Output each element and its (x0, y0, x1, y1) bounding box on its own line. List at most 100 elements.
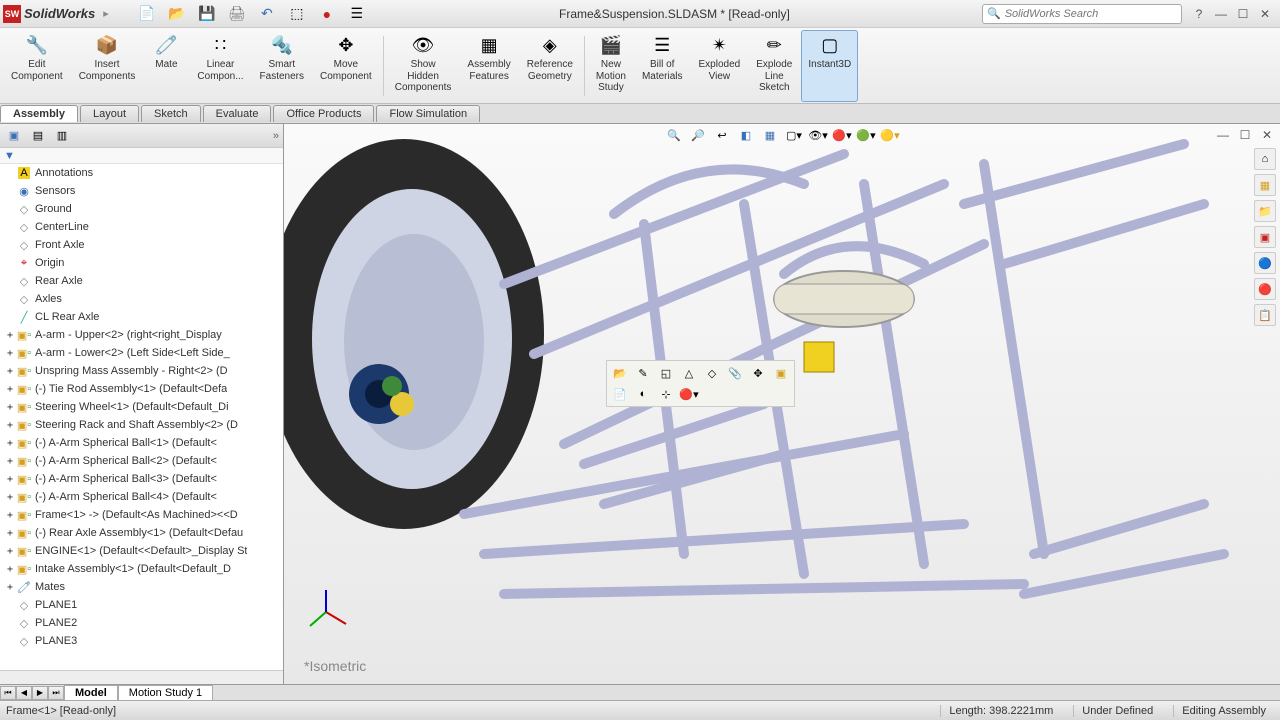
view-palette-icon[interactable]: ▣ (1254, 226, 1276, 248)
help-icon[interactable]: ? (1190, 5, 1208, 23)
open-icon[interactable]: 📂 (167, 4, 187, 24)
tree-item[interactable]: +▣▫(-) A-Arm Spherical Ball<3> (Default< (0, 470, 283, 488)
ctx-transparency-icon[interactable]: ◐ (633, 385, 653, 403)
expand-icon[interactable]: + (4, 564, 16, 575)
graphics-viewport[interactable]: 🔍 🔎 ↩ ◧ ▦ ▢▾ 👁▾ 🔴▾ 🟢▾ 🟡▾ 📂 ✎ ◱ △ ◇ 📎 ✥ ▣ (284, 124, 1280, 684)
ctx-isolate-icon[interactable]: ◇ (702, 364, 722, 382)
ctx-axis-icon[interactable]: ⊹ (656, 385, 676, 403)
collapse-tree-icon[interactable]: » (273, 130, 279, 142)
expand-icon[interactable]: + (4, 330, 16, 341)
tree-item[interactable]: +▣▫Unspring Mass Assembly - Right<2> (D (0, 362, 283, 380)
undo-icon[interactable]: ↶ (257, 4, 277, 24)
tree-item[interactable]: ⌖Origin (0, 254, 283, 272)
tree-item[interactable]: ◇Ground (0, 200, 283, 218)
tree-item[interactable]: +▣▫(-) A-Arm Spherical Ball<2> (Default< (0, 452, 283, 470)
tree-horizontal-scrollbar[interactable] (0, 670, 283, 684)
expand-icon[interactable]: + (4, 402, 16, 413)
ctx-open-drawing-icon[interactable]: 📄 (610, 385, 630, 403)
view-orientation-icon[interactable]: ▦ (759, 125, 781, 145)
insert-components-button[interactable]: 📦InsertComponents (72, 30, 143, 102)
expand-icon[interactable]: + (4, 438, 16, 449)
tree-item[interactable]: +▣▫Steering Wheel<1> (Default<Default_Di (0, 398, 283, 416)
move-component-button[interactable]: ✥MoveComponent (313, 30, 379, 102)
tree-item[interactable]: ◇PLANE1 (0, 596, 283, 614)
tree-item[interactable]: +▣▫(-) Rear Axle Assembly<1> (Default<De… (0, 524, 283, 542)
print-icon[interactable]: 🖨 (227, 4, 247, 24)
tree-item[interactable]: AAnnotations (0, 164, 283, 182)
rebuild-icon[interactable]: ● (317, 4, 337, 24)
ctx-appearance-icon[interactable]: 🔴▾ (679, 385, 699, 403)
display-style-icon[interactable]: ▢▾ (783, 125, 805, 145)
expand-icon[interactable]: + (4, 582, 16, 593)
edit-component-button[interactable]: 🔧EditComponent (4, 30, 70, 102)
tree-item[interactable]: +▣▫Steering Rack and Shaft Assembly<2> (… (0, 416, 283, 434)
tree-item[interactable]: ◇Axles (0, 290, 283, 308)
tab-office-products[interactable]: Office Products (273, 105, 374, 122)
property-manager-icon[interactable]: ▤ (28, 127, 48, 145)
tree-filter-bar[interactable]: ▼ (0, 148, 283, 164)
ctx-move-icon[interactable]: ✥ (748, 364, 768, 382)
ctx-hide-icon[interactable]: ◱ (656, 364, 676, 382)
tree-item[interactable]: +▣▫(-) A-Arm Spherical Ball<1> (Default< (0, 434, 283, 452)
expand-icon[interactable]: + (4, 510, 16, 521)
feature-manager-icon[interactable]: ▣ (4, 127, 24, 145)
search-box[interactable]: 🔍 (982, 4, 1182, 24)
tree-item[interactable]: +🧷Mates (0, 578, 283, 596)
sw-resources-icon[interactable]: ⌂ (1254, 148, 1276, 170)
expand-icon[interactable]: + (4, 420, 16, 431)
tree-item[interactable]: ◇PLANE2 (0, 614, 283, 632)
tree-item[interactable]: ◇CenterLine (0, 218, 283, 236)
tab-layout[interactable]: Layout (80, 105, 139, 122)
prev-tab-button[interactable]: ◀ (16, 686, 32, 700)
first-tab-button[interactable]: ⏮ (0, 686, 16, 700)
ctx-open-part-icon[interactable]: 📂 (610, 364, 630, 382)
expand-icon[interactable]: + (4, 384, 16, 395)
expand-icon[interactable]: + (4, 348, 16, 359)
document-recovery-icon[interactable]: 📋 (1254, 304, 1276, 326)
view-settings-icon[interactable]: 🟡▾ (879, 125, 901, 145)
ctx-fix-icon[interactable]: 📎 (725, 364, 745, 382)
ctx-mate-icon[interactable]: ▣ (771, 364, 791, 382)
expand-icon[interactable]: + (4, 492, 16, 503)
expand-icon[interactable]: + (4, 528, 16, 539)
tree-item[interactable]: +▣▫ENGINE<1> (Default<<Default>_Display … (0, 542, 283, 560)
instant3d-button[interactable]: ▢Instant3D (801, 30, 858, 102)
tree-item[interactable]: +▣▫Frame<1> -> (Default<As Machined><<D (0, 506, 283, 524)
ctx-edit-icon[interactable]: ✎ (633, 364, 653, 382)
minimize-button[interactable]: — (1212, 5, 1230, 23)
assembly-features-button[interactable]: ▦AssemblyFeatures (460, 30, 517, 102)
expand-icon[interactable]: + (4, 456, 16, 467)
tree-item[interactable]: ◇Rear Axle (0, 272, 283, 290)
previous-view-icon[interactable]: ↩ (711, 125, 733, 145)
bottom-tab-motion-study-1[interactable]: Motion Study 1 (118, 685, 213, 700)
viewport-restore-button[interactable]: ☐ (1236, 126, 1254, 144)
smart-fasteners-button[interactable]: 🔩SmartFasteners (253, 30, 311, 102)
tree-item[interactable]: +▣▫A-arm - Upper<2> (right<right_Display (0, 326, 283, 344)
bom-button[interactable]: ☰Bill ofMaterials (635, 30, 690, 102)
hide-show-icon[interactable]: 👁▾ (807, 125, 829, 145)
tree-item[interactable]: +▣▫(-) A-Arm Spherical Ball<4> (Default< (0, 488, 283, 506)
viewport-minimize-button[interactable]: — (1214, 126, 1232, 144)
mate-button[interactable]: 🧷Mate (144, 30, 188, 102)
ctx-suppress-icon[interactable]: △ (679, 364, 699, 382)
feature-tree[interactable]: AAnnotations◉Sensors◇Ground◇CenterLine◇F… (0, 164, 283, 670)
viewport-close-button[interactable]: ✕ (1258, 126, 1276, 144)
appearances-icon[interactable]: 🔵 (1254, 252, 1276, 274)
new-motion-study-button[interactable]: 🎬NewMotionStudy (589, 30, 633, 102)
tree-item[interactable]: ╱CL Rear Axle (0, 308, 283, 326)
save-icon[interactable]: 💾 (197, 4, 217, 24)
expand-icon[interactable]: + (4, 546, 16, 557)
file-explorer-icon[interactable]: 📁 (1254, 200, 1276, 222)
tab-assembly[interactable]: Assembly (0, 105, 78, 122)
close-button[interactable]: ✕ (1256, 5, 1274, 23)
bottom-tab-model[interactable]: Model (64, 685, 118, 700)
expand-icon[interactable]: + (4, 366, 16, 377)
reference-geometry-button[interactable]: ◈ReferenceGeometry (520, 30, 580, 102)
last-tab-button[interactable]: ⏭ (48, 686, 64, 700)
design-library-icon[interactable]: ▦ (1254, 174, 1276, 196)
show-hidden-button[interactable]: 👁ShowHiddenComponents (388, 30, 459, 102)
edit-appearance-icon[interactable]: 🔴▾ (831, 125, 853, 145)
tab-flow-simulation[interactable]: Flow Simulation (376, 105, 480, 122)
next-tab-button[interactable]: ▶ (32, 686, 48, 700)
search-input[interactable] (1005, 8, 1177, 20)
